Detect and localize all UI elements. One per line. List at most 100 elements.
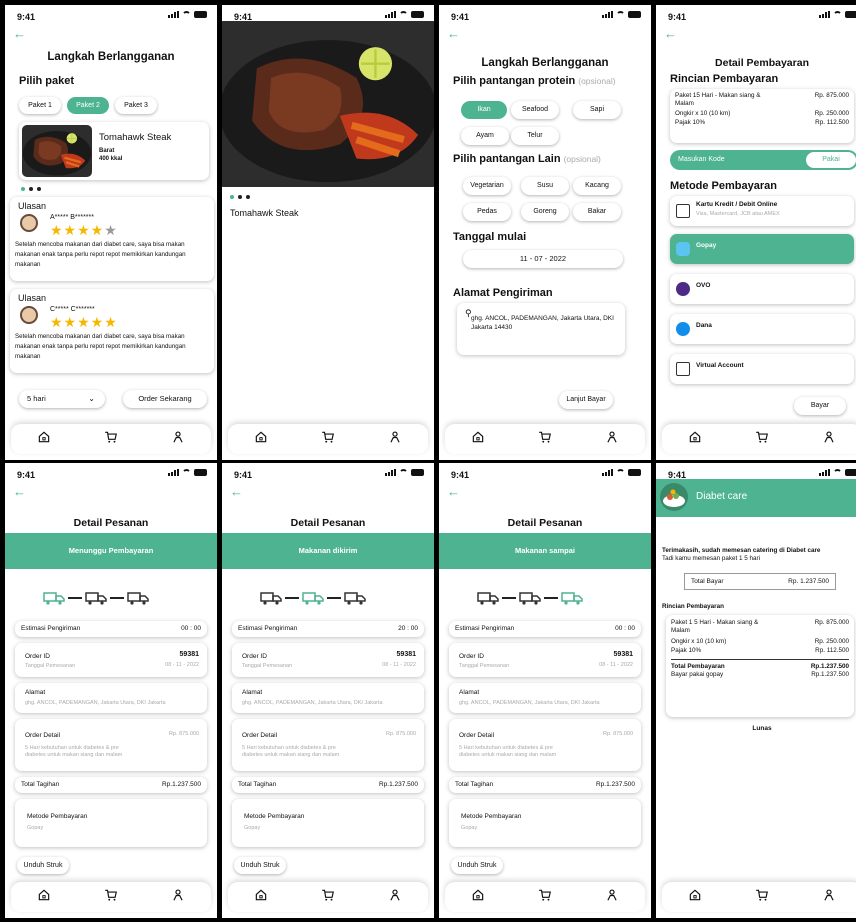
restriction-chip-pedas[interactable]: Pedas — [463, 203, 511, 221]
protein-chip-telur[interactable]: Telur — [511, 127, 559, 145]
package-tab-3[interactable]: Paket 3 — [115, 97, 157, 114]
download-receipt-button[interactable]: Unduh Struk — [234, 857, 286, 874]
payment-method-virtual[interactable]: Virtual Account — [670, 354, 854, 384]
cart-icon[interactable] — [755, 888, 769, 907]
restriction-chip-vegetarian[interactable]: Vegetarian — [463, 177, 511, 195]
status-bar: 9:41 — [439, 463, 651, 485]
payment-summary-label: Rincian Pembayaran — [662, 603, 724, 610]
home-icon[interactable] — [471, 430, 485, 449]
profile-icon[interactable] — [822, 888, 836, 907]
package-tab-1[interactable]: Paket 1 — [19, 97, 61, 114]
product-card[interactable]: Tomahawk Steak Barat 400 kkal — [19, 122, 209, 180]
back-arrow-icon[interactable]: ← — [447, 27, 460, 40]
profile-icon[interactable] — [605, 430, 619, 449]
page-title: Langkah Berlangganan — [47, 51, 175, 63]
promo-code-input[interactable]: Masukan Kode — [678, 156, 725, 163]
estimate-value: 00 : 00 — [181, 625, 201, 632]
back-arrow-icon[interactable]: ← — [230, 485, 243, 498]
payment-method-label: Metode Pembayaran — [244, 813, 305, 820]
home-icon[interactable] — [471, 888, 485, 907]
truck-icon — [344, 591, 366, 605]
logo-icon — [660, 483, 688, 511]
profile-icon[interactable] — [388, 888, 402, 907]
start-date-field[interactable]: 11 - 07 - 2022 — [463, 250, 623, 268]
order-date-value: 08 - 11 - 2022 — [165, 662, 199, 668]
home-icon[interactable] — [254, 888, 268, 907]
protein-chip-ayam[interactable]: Ayam — [461, 127, 509, 145]
days-select[interactable]: 5 hari ⌄ — [19, 390, 105, 408]
cart-icon[interactable] — [755, 430, 769, 449]
payment-method-kartu[interactable]: Kartu Kredit / Debit Online Visa, Masterc… — [670, 196, 854, 226]
back-arrow-icon[interactable]: ← — [13, 27, 26, 40]
progress-line — [110, 597, 124, 599]
home-icon[interactable] — [254, 430, 268, 449]
payment-method-name: Virtual Account — [696, 362, 744, 369]
cart-icon[interactable] — [104, 430, 118, 449]
payment-method-ovo[interactable]: OVO — [670, 274, 854, 304]
home-icon[interactable] — [37, 430, 51, 449]
back-arrow-icon[interactable]: ← — [664, 27, 677, 40]
profile-icon[interactable] — [171, 430, 185, 449]
back-arrow-icon[interactable]: ← — [13, 485, 26, 498]
profile-icon[interactable] — [388, 430, 402, 449]
download-receipt-button[interactable]: Unduh Struk — [451, 857, 503, 874]
order-now-button[interactable]: Order Sekarang — [123, 390, 207, 408]
cart-icon[interactable] — [104, 888, 118, 907]
back-arrow-icon[interactable]: ← — [447, 485, 460, 498]
total-bill-label: Total Tagihan — [238, 781, 277, 788]
status-bar: 9:41 — [439, 5, 651, 27]
restriction-chip-susu[interactable]: Susu — [521, 177, 569, 195]
cart-icon[interactable] — [321, 430, 335, 449]
order-status-banner: Makanan sampai — [439, 533, 651, 569]
status-icons — [819, 469, 856, 476]
payment-method-name: Gopay — [696, 242, 717, 249]
download-receipt-button[interactable]: Unduh Struk — [17, 857, 69, 874]
payment-method-gopay[interactable]: Gopay — [670, 234, 854, 264]
package-tab-2[interactable]: Paket 2 — [67, 97, 109, 114]
protein-label-text: Pilih pantangan protein — [453, 75, 576, 87]
payment-method-label: Metode Pembayaran — [27, 813, 88, 820]
status-icons — [602, 11, 641, 18]
summary-item-value: Rp. 250.000 — [814, 638, 849, 645]
profile-icon[interactable] — [605, 888, 619, 907]
home-icon[interactable] — [37, 888, 51, 907]
page-title: Detail Pesanan — [507, 517, 583, 529]
order-id-value: 59381 — [396, 651, 416, 658]
screen-receipt: 9:41 Diabet care Terimakasih, sudah memesa… — [656, 463, 856, 918]
status-icons — [819, 11, 856, 18]
estimate-value: 20 : 00 — [398, 625, 418, 632]
avatar — [20, 214, 38, 232]
total-bill-value: Rp.1.237.500 — [161, 781, 201, 788]
restriction-chip-bakar[interactable]: Bakar — [573, 203, 621, 221]
payment-method-dana[interactable]: Dana — [670, 314, 854, 344]
status-bar: 9:41 — [5, 5, 217, 27]
continue-pay-button[interactable]: Lanjut Bayar — [559, 391, 613, 409]
total-bill-label: Total Tagihan — [455, 781, 494, 788]
order-detail-card: Order Detail Rp. 875.000 5 Hari kebutuhan … — [232, 719, 424, 771]
payment-method-label: Metode Pembayaran — [461, 813, 522, 820]
wifi-icon — [399, 469, 408, 476]
page-title: Langkah Berlangganan — [481, 57, 609, 69]
promo-apply-button[interactable]: Pakai — [806, 152, 856, 168]
home-icon[interactable] — [688, 888, 702, 907]
cart-icon[interactable] — [538, 888, 552, 907]
cart-icon[interactable] — [538, 430, 552, 449]
address-field[interactable]: ⚲ ghg. ANCOL, PADEMANGAN, Jakarta Utara, … — [457, 303, 625, 355]
payment-method-value: Gopay — [461, 825, 478, 831]
wifi-icon — [182, 469, 191, 476]
restriction-chip-kacang[interactable]: Kacang — [573, 177, 621, 195]
cart-icon[interactable] — [321, 888, 335, 907]
profile-icon[interactable] — [822, 430, 836, 449]
home-icon[interactable] — [688, 430, 702, 449]
screen-preferences: 9:41 ← Langkah Berlangganan Pilih pantangan… — [439, 5, 651, 460]
order-date-value: 08 - 11 - 2022 — [382, 662, 416, 668]
protein-chip-sapi[interactable]: Sapi — [573, 101, 621, 119]
days-value: 5 hari — [27, 394, 46, 403]
profile-icon[interactable] — [171, 888, 185, 907]
restriction-chip-goreng[interactable]: Goreng — [521, 203, 569, 221]
chevron-down-icon: ⌄ — [88, 394, 95, 403]
protein-chip-ikan[interactable]: Ikan — [461, 101, 507, 119]
protein-chip-seafood[interactable]: Seafood — [511, 101, 559, 119]
pay-button[interactable]: Bayar — [794, 397, 846, 415]
address-card: Alamat ghg. ANCOL, PADEMANGAN, Jakarta Ut… — [449, 683, 641, 713]
